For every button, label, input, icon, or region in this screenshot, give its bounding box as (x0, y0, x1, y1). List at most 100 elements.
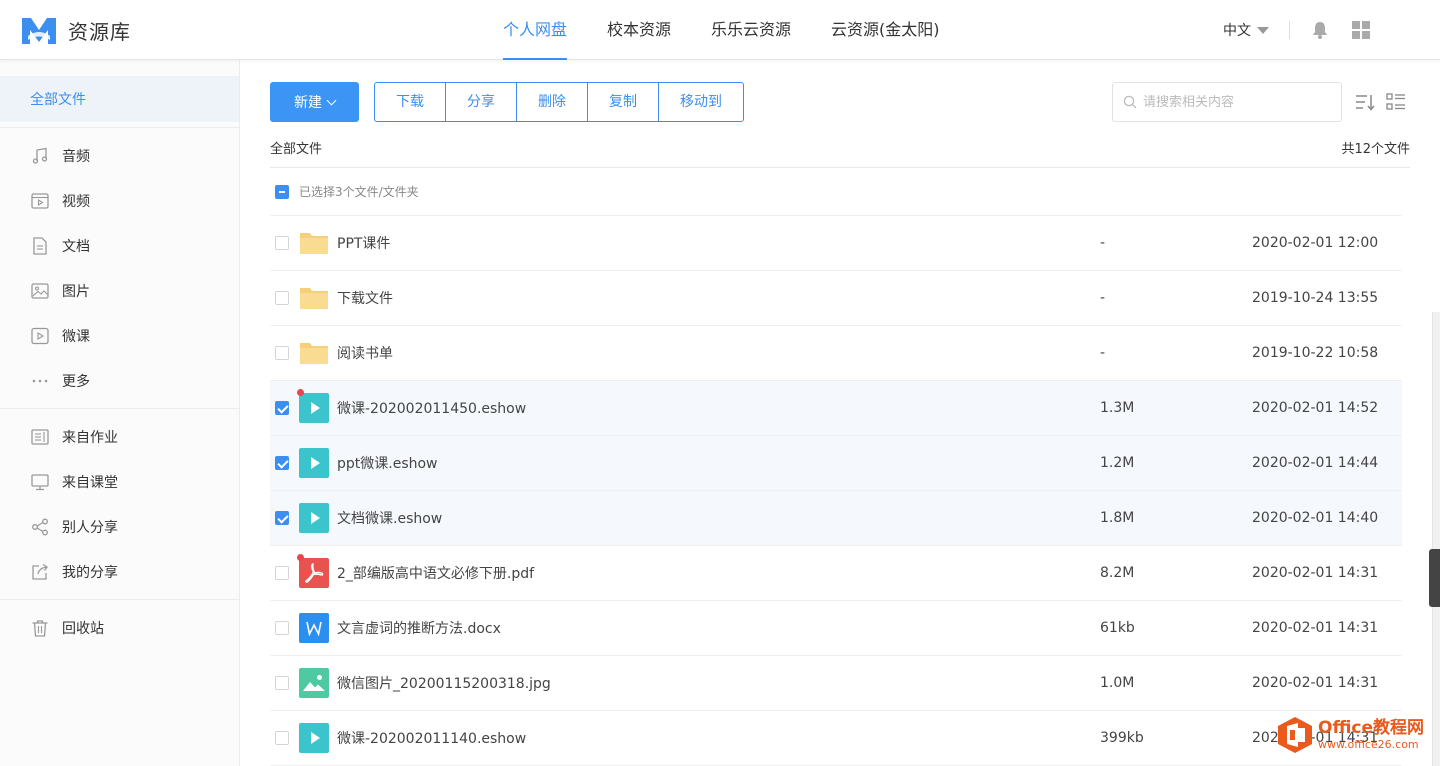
table-row[interactable]: PPT课件 - 2020-02-01 12:00 (270, 216, 1402, 271)
my-share-icon (30, 562, 50, 582)
tab-lele-cloud[interactable]: 乐乐云资源 (698, 0, 804, 60)
row-checkbox[interactable] (275, 731, 289, 745)
file-size: 8.2M (1100, 565, 1135, 581)
sidebar-item-audio[interactable]: 音频 (0, 133, 239, 178)
file-name[interactable]: PPT课件 (337, 233, 1100, 253)
sidebar-item-label: 音频 (62, 148, 90, 165)
sidebar-item-label: 回收站 (62, 620, 104, 637)
watermark-url: www.office26.com (1318, 738, 1419, 751)
sidebar-item-trash[interactable]: 回收站 (0, 605, 239, 650)
share-button[interactable]: 分享 (446, 83, 517, 121)
file-size: - (1100, 290, 1106, 306)
delete-button[interactable]: 删除 (517, 83, 588, 121)
move-to-button[interactable]: 移动到 (659, 83, 743, 121)
file-size: 1.3M (1100, 400, 1135, 416)
sidebar-item-label: 文档 (62, 238, 90, 255)
table-row[interactable]: 下载文件 - 2019-10-24 13:55 (270, 271, 1402, 326)
breadcrumb[interactable]: 全部文件 (270, 138, 322, 157)
selection-count: 已选择3个文件/文件夹 (299, 185, 419, 199)
file-date: 2019-10-24 13:55 (1252, 290, 1379, 306)
table-row[interactable]: 2_部编版高中语文必修下册.pdf 8.2M 2020-02-01 14:31 (270, 546, 1402, 601)
file-actions-group: 下载 分享 删除 复制 移动到 (374, 82, 744, 122)
row-checkbox[interactable] (275, 676, 289, 690)
sidebar-item-more[interactable]: 更多 (0, 358, 239, 403)
apps-grid-icon[interactable] (1352, 21, 1370, 39)
search-box (1112, 82, 1342, 122)
share-icon (30, 517, 50, 537)
app-title: 资源库 (68, 19, 131, 44)
row-checkbox[interactable] (275, 566, 289, 580)
file-name[interactable]: 阅读书单 (337, 343, 1100, 363)
sidebar-item-label: 我的分享 (62, 564, 118, 581)
sort-icon[interactable] (1355, 92, 1375, 112)
file-list: PPT课件 -2020-02-01 12:00 下载文件 -2019-10-24 13… (270, 216, 1402, 766)
new-button[interactable]: 新建 (270, 82, 359, 122)
row-checkbox[interactable] (275, 401, 289, 415)
file-name[interactable]: ppt微课.eshow (337, 453, 1100, 473)
sidebar-item-document[interactable]: 文档 (0, 223, 239, 268)
bell-icon[interactable] (1310, 20, 1330, 40)
sidebar: 全部文件 音频 视频 文档 图片 微课 更多 来自作业 来自课堂 别人分享 我的… (0, 60, 240, 766)
file-date: 2020-02-01 14:31 (1252, 675, 1379, 691)
folder-icon (299, 338, 329, 368)
file-name[interactable]: 微课-202002011450.eshow (337, 398, 1100, 418)
sidebar-item-all-files[interactable]: 全部文件 (0, 76, 239, 122)
table-row[interactable]: ppt微课.eshow 1.2M 2020-02-01 14:44 (270, 436, 1402, 491)
sidebar-item-my-shares[interactable]: 我的分享 (0, 549, 239, 594)
file-name[interactable]: 下载文件 (337, 288, 1100, 308)
table-row[interactable]: 文言虚词的推断方法.docx 61kb 2020-02-01 14:31 (270, 601, 1402, 656)
pdf-icon (297, 554, 329, 588)
folder-icon (299, 283, 329, 313)
document-icon (30, 236, 50, 256)
file-name[interactable]: 文档微课.eshow (337, 508, 1100, 528)
chevron-down-icon (326, 95, 337, 105)
video-file-icon (299, 448, 329, 478)
sidebar-item-microlesson[interactable]: 微课 (0, 313, 239, 358)
table-row[interactable]: 微课-202002011450.eshow 1.3M 2020-02-01 14:5… (270, 381, 1402, 436)
scrollbar-track[interactable] (1432, 312, 1440, 766)
table-row[interactable]: 阅读书单 - 2019-10-22 10:58 (270, 326, 1402, 381)
file-size: - (1100, 345, 1106, 361)
main-nav: 个人网盘 校本资源 乐乐云资源 云资源(金太阳) (490, 0, 967, 60)
sidebar-item-label: 视频 (62, 193, 90, 210)
file-size: 1.0M (1100, 675, 1135, 691)
tab-personal-drive[interactable]: 个人网盘 (490, 0, 580, 60)
language-label: 中文 (1223, 23, 1251, 39)
row-checkbox[interactable] (275, 511, 289, 525)
row-checkbox[interactable] (275, 236, 289, 250)
music-icon (30, 146, 50, 166)
table-row[interactable]: 微课-202002011140.eshow 399kb 2020-02-01 14:… (270, 711, 1402, 766)
file-date: 2019-10-22 10:58 (1252, 345, 1379, 361)
search-input[interactable] (1143, 94, 1333, 110)
download-button[interactable]: 下载 (375, 83, 446, 121)
file-name[interactable]: 微信图片_20200115200318.jpg (337, 673, 1100, 693)
table-row[interactable]: 文档微课.eshow 1.8M 2020-02-01 14:40 (270, 491, 1402, 546)
list-view-icon[interactable] (1386, 92, 1406, 112)
sidebar-item-image[interactable]: 图片 (0, 268, 239, 313)
row-checkbox[interactable] (275, 456, 289, 470)
table-row[interactable]: 微信图片_20200115200318.jpg 1.0M 2020-02-01 14… (270, 656, 1402, 711)
language-select[interactable]: 中文 (1223, 20, 1269, 40)
sidebar-item-shared-by-others[interactable]: 别人分享 (0, 504, 239, 549)
scrollbar-handle[interactable] (1429, 549, 1440, 607)
row-checkbox[interactable] (275, 291, 289, 305)
copy-button[interactable]: 复制 (588, 83, 659, 121)
sidebar-item-label: 全部文件 (30, 92, 86, 108)
file-name[interactable]: 微课-202002011140.eshow (337, 728, 1100, 748)
sidebar-item-label: 别人分享 (62, 519, 118, 536)
sidebar-item-video[interactable]: 视频 (0, 178, 239, 223)
sidebar-item-from-homework[interactable]: 来自作业 (0, 414, 239, 459)
row-checkbox[interactable] (275, 621, 289, 635)
word-icon (299, 613, 329, 643)
row-checkbox[interactable] (275, 346, 289, 360)
office-logo-icon (1278, 717, 1312, 753)
sidebar-item-from-classroom[interactable]: 来自课堂 (0, 459, 239, 504)
tab-jintaiyang-cloud[interactable]: 云资源(金太阳) (818, 0, 953, 60)
tab-school-resources[interactable]: 校本资源 (594, 0, 684, 60)
file-name[interactable]: 文言虚词的推断方法.docx (337, 618, 1100, 638)
file-name[interactable]: 2_部编版高中语文必修下册.pdf (337, 563, 1100, 583)
select-all-checkbox[interactable] (275, 184, 289, 199)
file-date: 2020-02-01 14:40 (1252, 510, 1379, 526)
file-size: 1.2M (1100, 455, 1135, 471)
app-logo[interactable]: 资源库 (20, 14, 131, 46)
